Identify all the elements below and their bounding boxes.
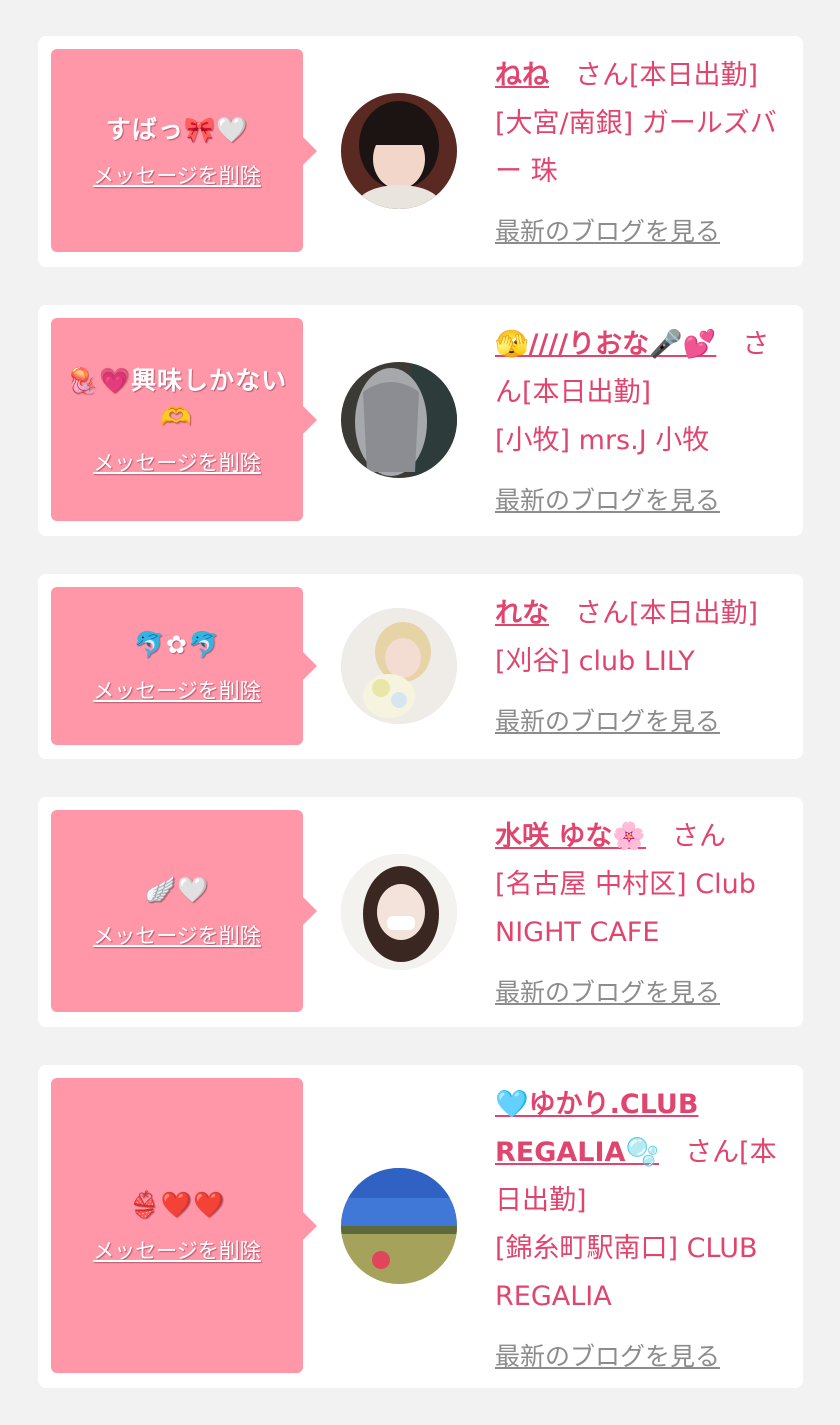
avatar-photo xyxy=(341,1168,457,1284)
shop-name: [名古屋 中村区] Club NIGHT CAFE xyxy=(495,869,756,948)
latest-blog-link[interactable]: 最新のブログを見る xyxy=(495,477,720,525)
latest-blog-link[interactable]: 最新のブログを見る xyxy=(495,1333,720,1381)
avatar-photo xyxy=(341,362,457,478)
sender-status: さん xyxy=(672,821,727,852)
sender-name-link[interactable]: 🩵ゆかり.CLUB REGALIA🫧 xyxy=(495,1089,698,1168)
latest-blog-link[interactable]: 最新のブログを見る xyxy=(495,969,720,1017)
delete-message-link[interactable]: メッセージを削除 xyxy=(93,160,261,190)
sender-info: ねね さん[本日出勤] [大宮/南銀] ガールズバー 珠 最新のブログを見る xyxy=(495,52,785,256)
avatar-photo xyxy=(341,608,457,724)
sender-name-link[interactable]: 水咲 ゆな🌸 xyxy=(495,821,646,852)
delete-message-link[interactable]: メッセージを削除 xyxy=(93,447,261,477)
delete-message-link[interactable]: メッセージを削除 xyxy=(93,1235,261,1265)
sender-info: れな さん[本日出勤] [刈谷] club LILY 最新のブログを見る xyxy=(495,590,785,746)
message-card: 🪼💗興味しかない🫶 メッセージを削除 🫣////りおな🎤💕 さん[本日出勤] [小… xyxy=(38,305,803,536)
message-card: 🐬✿🐬 メッセージを削除 れな さん[本日出勤] [刈谷] club LILY 最… xyxy=(38,574,803,759)
message-text: 👙❤️❤️ xyxy=(128,1189,226,1219)
message-list: すばっ🎀🤍 メッセージを削除 ねね さん[本日出勤] [大宮/南銀] ガールズバー… xyxy=(0,0,840,1425)
latest-blog-link[interactable]: 最新のブログを見る xyxy=(495,208,720,256)
sender-info: 🫣////りおな🎤💕 さん[本日出勤] [小牧] mrs.J 小牧 最新のブログを… xyxy=(495,321,785,525)
message-text: 🪽🤍 xyxy=(144,875,210,904)
shop-name: [刈谷] club LILY xyxy=(495,646,695,677)
sender-name-link[interactable]: ねね xyxy=(495,60,549,91)
avatar[interactable] xyxy=(341,362,457,478)
delete-message-link[interactable]: メッセージを削除 xyxy=(93,675,261,705)
avatar-photo xyxy=(341,93,457,209)
sender-info: 水咲 ゆな🌸 さん [名古屋 中村区] Club NIGHT CAFE 最新のブロ… xyxy=(495,813,785,1017)
shop-name: [錦糸町駅南口] CLUB REGALIA xyxy=(495,1233,758,1312)
avatar[interactable] xyxy=(341,93,457,209)
avatar[interactable] xyxy=(341,608,457,724)
shop-name: [大宮/南銀] ガールズバー 珠 xyxy=(495,108,777,187)
sender-name-link[interactable]: れな xyxy=(495,598,549,629)
message-card: 👙❤️❤️ メッセージを削除 🩵ゆかり.CLUB REGALIA🫧 さん[本日出勤… xyxy=(38,1065,803,1388)
message-text: 🪼💗興味しかない🫶 xyxy=(66,365,288,431)
avatar-photo xyxy=(341,854,457,970)
sender-name-link[interactable]: 🫣////りおな🎤💕 xyxy=(495,329,716,360)
latest-blog-link[interactable]: 最新のブログを見る xyxy=(495,698,720,746)
message-text: すばっ🎀🤍 xyxy=(105,114,249,144)
delete-message-link[interactable]: メッセージを削除 xyxy=(93,920,261,950)
message-text: 🐬✿🐬 xyxy=(133,630,221,659)
sender-status: さん[本日出勤] xyxy=(575,60,759,91)
sender-info: 🩵ゆかり.CLUB REGALIA🫧 さん[本日出勤] [錦糸町駅南口] CLUB… xyxy=(495,1081,785,1381)
message-bubble: 👙❤️❤️ メッセージを削除 xyxy=(51,1078,317,1373)
message-bubble: 🐬✿🐬 メッセージを削除 xyxy=(51,587,317,745)
sender-status: さん[本日出勤] xyxy=(575,598,759,629)
shop-name: [小牧] mrs.J 小牧 xyxy=(495,425,710,456)
message-card: 🪽🤍 メッセージを削除 水咲 ゆな🌸 さん [名古屋 中村区] Club NIGH… xyxy=(38,797,803,1027)
avatar[interactable] xyxy=(341,1168,457,1284)
message-card: すばっ🎀🤍 メッセージを削除 ねね さん[本日出勤] [大宮/南銀] ガールズバー… xyxy=(38,36,803,267)
message-bubble: 🪽🤍 メッセージを削除 xyxy=(51,810,317,1012)
message-bubble: すばっ🎀🤍 メッセージを削除 xyxy=(51,49,317,252)
avatar[interactable] xyxy=(341,854,457,970)
message-bubble: 🪼💗興味しかない🫶 メッセージを削除 xyxy=(51,318,317,521)
